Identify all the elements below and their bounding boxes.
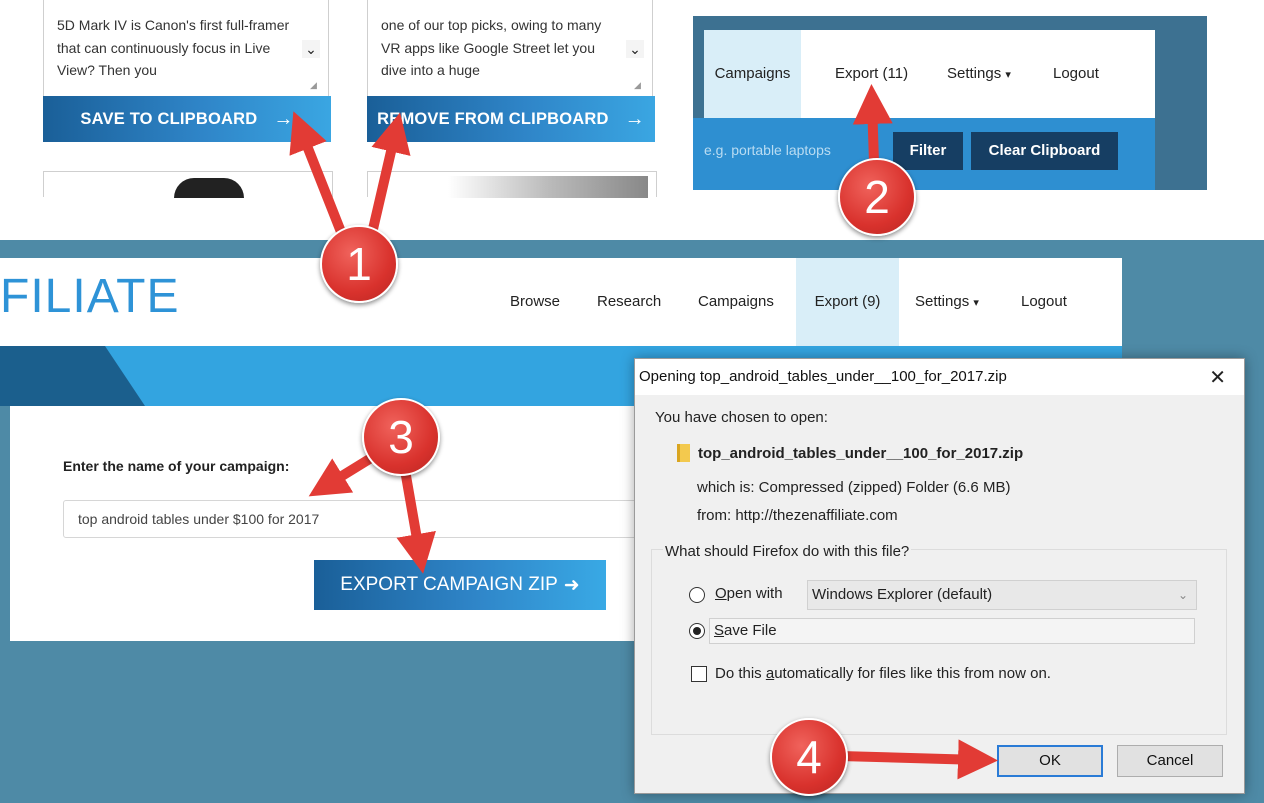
step-badge-3: 3: [362, 398, 440, 476]
step-badge-4: 4: [770, 718, 848, 796]
annotation-arrows: [289, 84, 998, 780]
step-badge-2: 2: [838, 158, 916, 236]
arrow-3b: [396, 465, 436, 574]
arrow-1a: [289, 111, 350, 247]
step-badge-1: 1: [320, 225, 398, 303]
arrow-1b: [365, 112, 411, 247]
arrow-2: [852, 84, 893, 167]
arrow-4: [835, 739, 998, 780]
arrow-3a: [308, 450, 381, 497]
